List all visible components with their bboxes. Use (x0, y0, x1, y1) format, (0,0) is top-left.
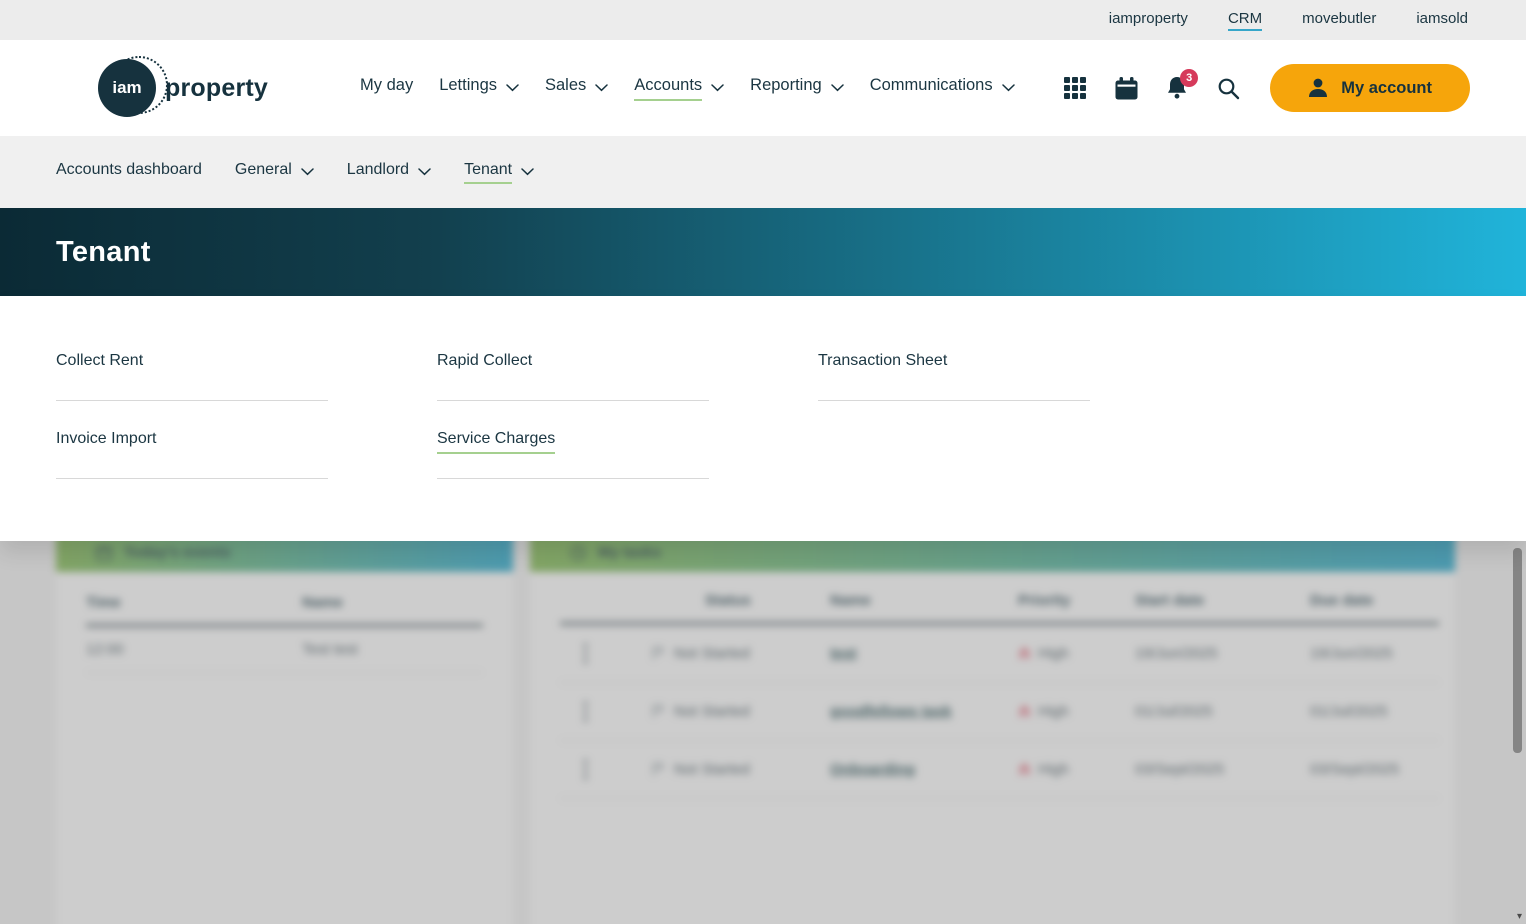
person-icon (1309, 78, 1328, 97)
search-icon[interactable] (1216, 76, 1240, 100)
calendar-icon[interactable] (1114, 76, 1138, 100)
page-title: Tenant (56, 235, 151, 268)
menu-item-label: Invoice Import (56, 430, 157, 447)
nav-accounts-label: Accounts (634, 76, 703, 101)
menu-item-invoice-import[interactable]: Invoice Import (56, 430, 328, 479)
nav-sales[interactable]: Sales (545, 75, 609, 101)
chevron-down-icon (1001, 84, 1015, 92)
subnav-tenant-label: Tenant (464, 161, 513, 184)
chevron-down-icon (506, 84, 519, 92)
subnav-landlord-label: Landlord (346, 160, 410, 178)
subnav-general[interactable]: General (235, 161, 314, 184)
notification-count-badge: 3 (1180, 69, 1199, 87)
accounts-sub-nav: Accounts dashboard General Landlord Tena… (0, 136, 1526, 208)
my-account-button[interactable]: My account (1270, 64, 1470, 112)
chevron-down-icon (595, 84, 609, 92)
menu-divider (437, 478, 709, 479)
iamproperty-logo[interactable]: iam property (98, 56, 269, 117)
tenant-dropdown-panel: Collect Rent Rapid Collect Transaction S… (0, 296, 1526, 541)
menu-divider (437, 400, 709, 401)
menu-item-collect-rent[interactable]: Collect Rent (56, 352, 328, 401)
nav-communications[interactable]: Communications (870, 76, 1015, 101)
my-account-label: My account (1341, 78, 1432, 97)
nav-my-day-label: My day (360, 75, 414, 94)
main-header: iam property My day Lettings Sales Accou… (0, 40, 1526, 136)
nav-lettings-label: Lettings (439, 75, 497, 94)
utility-bar: iamproperty CRM movebutler iamsold (0, 0, 1526, 40)
chevron-down-icon (830, 84, 844, 92)
logo-wordmark: property (165, 73, 269, 102)
nav-lettings[interactable]: Lettings (439, 76, 519, 101)
chevron-down-icon (301, 168, 314, 176)
menu-divider (56, 400, 328, 401)
header-icons: 3 (1063, 69, 1240, 100)
logo-circle: iam (98, 59, 156, 117)
subnav-general-label: General (234, 160, 292, 178)
subnav-accounts-dashboard-label: Accounts dashboard (56, 160, 202, 178)
utility-link-movebutler[interactable]: movebutler (1302, 10, 1376, 31)
tenant-banner: Tenant (0, 208, 1526, 296)
apps-grid-icon[interactable] (1063, 76, 1087, 100)
menu-item-transaction-sheet[interactable]: Transaction Sheet (818, 352, 1090, 401)
menu-item-label: Collect Rent (56, 352, 144, 369)
scrollbar-down-arrow[interactable]: ▾ (1517, 911, 1522, 922)
notifications-bell-icon[interactable]: 3 (1165, 69, 1199, 100)
tenant-menu-grid: Collect Rent Rapid Collect Transaction S… (0, 296, 1526, 508)
chevron-down-icon (418, 168, 431, 176)
chevron-down-icon (711, 84, 724, 92)
nav-my-day[interactable]: My day (360, 76, 413, 101)
menu-divider (56, 478, 328, 479)
nav-accounts[interactable]: Accounts (634, 76, 724, 101)
menu-divider (818, 400, 1090, 401)
nav-reporting-label: Reporting (750, 75, 822, 94)
subnav-tenant[interactable]: Tenant (464, 161, 534, 184)
utility-link-iamsold[interactable]: iamsold (1416, 10, 1468, 31)
subnav-landlord[interactable]: Landlord (347, 161, 431, 184)
nav-sales-label: Sales (545, 75, 587, 94)
utility-link-crm[interactable]: CRM (1227, 10, 1263, 31)
utility-link-iamproperty[interactable]: iamproperty (1109, 10, 1188, 31)
menu-item-label: Service Charges (437, 430, 556, 454)
content-region: Today's events Time Name 12:00 Test test (0, 208, 1526, 924)
menu-item-label: Transaction Sheet (818, 352, 948, 369)
subnav-accounts-dashboard[interactable]: Accounts dashboard (56, 161, 202, 184)
menu-item-label: Rapid Collect (437, 352, 533, 369)
nav-reporting[interactable]: Reporting (750, 76, 844, 101)
nav-communications-label: Communications (869, 75, 993, 94)
chevron-down-icon (521, 168, 534, 176)
menu-item-service-charges[interactable]: Service Charges (437, 430, 709, 479)
menu-item-rapid-collect[interactable]: Rapid Collect (437, 352, 709, 401)
main-nav: My day Lettings Sales Accounts Reporting… (360, 76, 1015, 101)
vertical-scrollbar-thumb[interactable] (1513, 548, 1522, 753)
